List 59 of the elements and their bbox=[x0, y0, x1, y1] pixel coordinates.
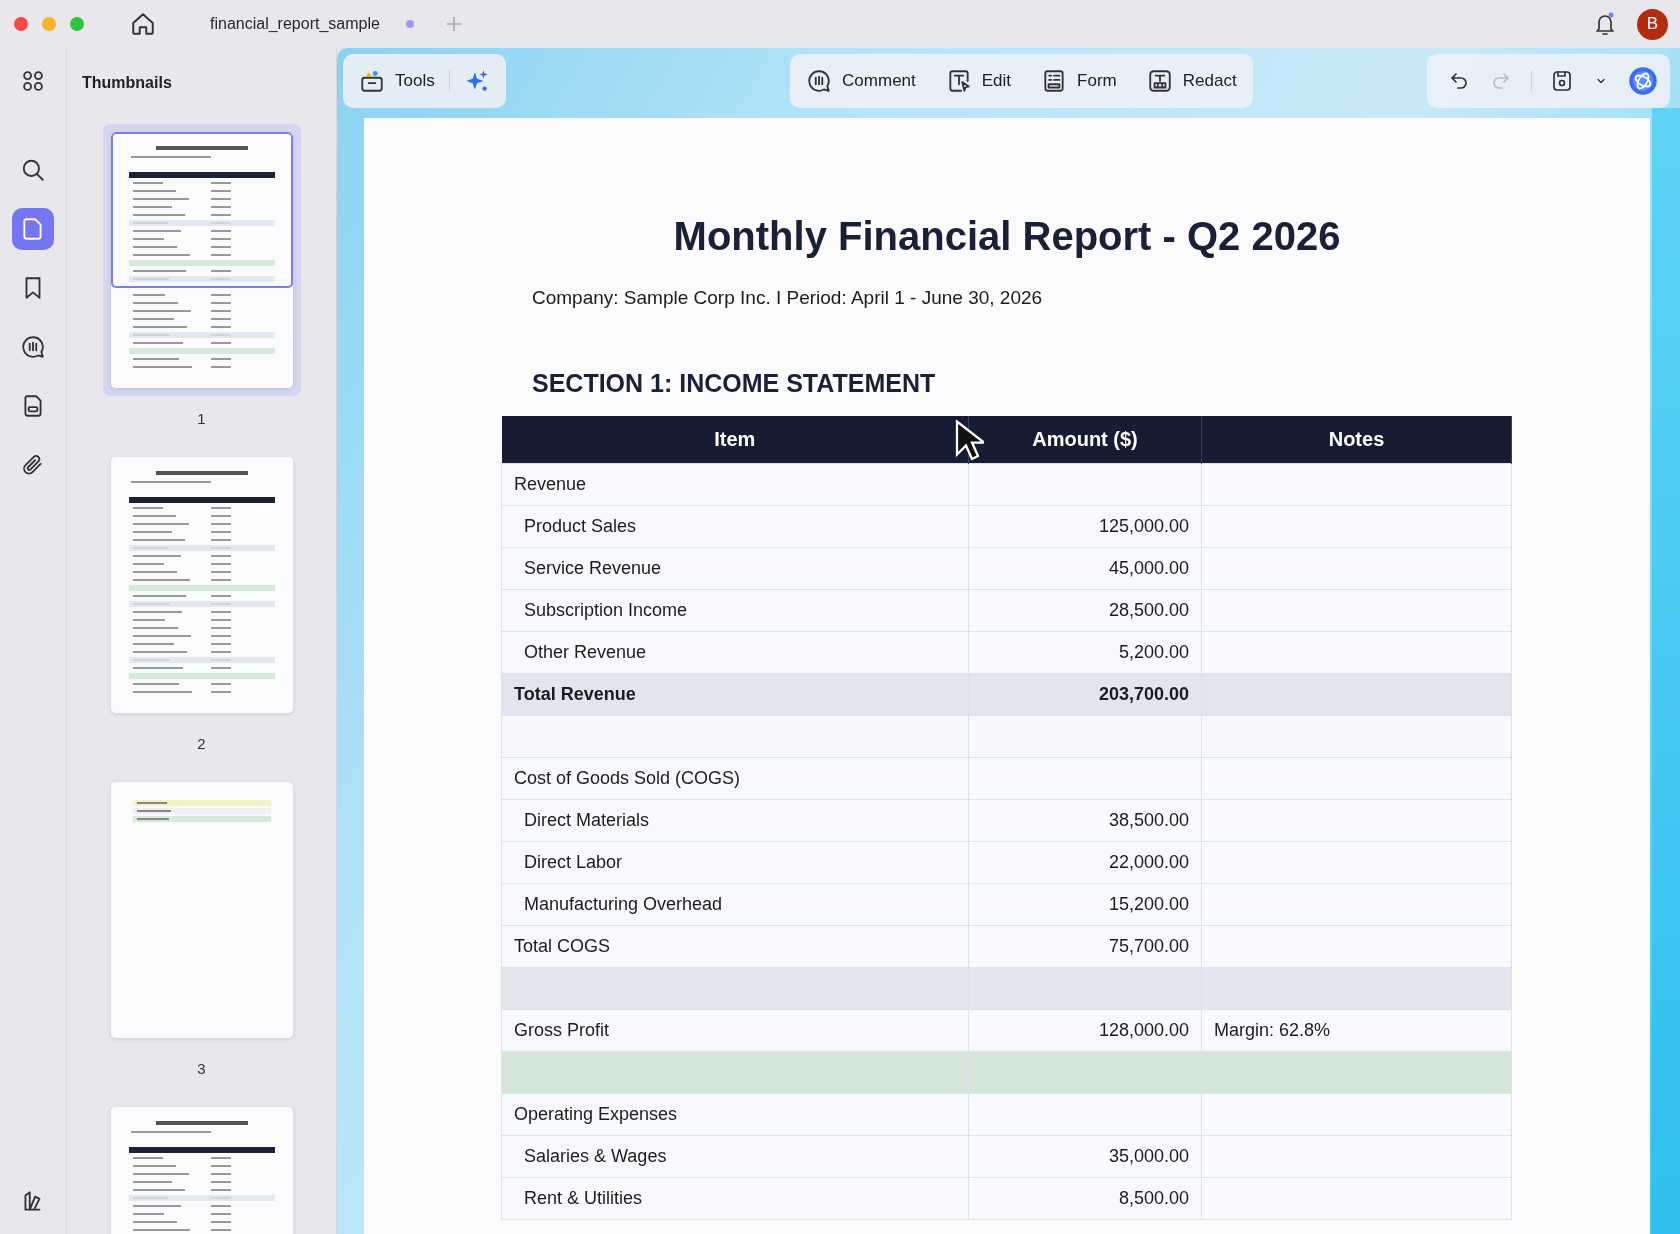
table-cell: 15,200.00 bbox=[968, 883, 1202, 925]
table-cell: 28,500.00 bbox=[968, 589, 1202, 631]
table-cell: Cost of Goods Sold (COGS) bbox=[501, 757, 969, 799]
page-number: 3 bbox=[197, 1060, 206, 1077]
table-cell: Margin: 62.8% bbox=[1201, 1009, 1512, 1051]
column-header: Amount ($) bbox=[968, 416, 1202, 463]
home-icon[interactable] bbox=[130, 11, 156, 37]
form-button[interactable]: Form bbox=[1041, 68, 1117, 94]
table-cell: 125,000.00 bbox=[968, 505, 1202, 547]
table-cell: Service Revenue bbox=[501, 547, 969, 589]
table-cell: 75,700.00 bbox=[968, 925, 1202, 967]
document-subtitle: Company: Sample Corp Inc. I Period: April 1 - June 30, 2026 bbox=[532, 287, 1044, 309]
table-cell: Manufacturing Overhead bbox=[501, 883, 969, 925]
comment-button[interactable]: Comment bbox=[806, 68, 916, 94]
avatar[interactable]: B bbox=[1637, 8, 1668, 40]
table-cell: Direct Labor bbox=[501, 841, 969, 883]
comment-icon[interactable] bbox=[20, 334, 46, 360]
tab-title[interactable]: financial_report_sample bbox=[210, 15, 380, 33]
page-number: 1 bbox=[197, 410, 206, 427]
page-number: 2 bbox=[197, 735, 206, 752]
table-cell: 5,200.00 bbox=[968, 631, 1202, 673]
table-cell: Direct Materials bbox=[501, 799, 969, 841]
table-cell: 8,500.00 bbox=[968, 1177, 1202, 1219]
table-cell: Gross Profit bbox=[501, 1009, 969, 1051]
scrollbar[interactable] bbox=[1652, 108, 1680, 1234]
table-cell: Total Revenue bbox=[501, 673, 969, 715]
close-button[interactable] bbox=[14, 17, 28, 31]
table-cell: 22,000.00 bbox=[968, 841, 1202, 883]
table-cell: 45,000.00 bbox=[968, 547, 1202, 589]
table-cell: 35,000.00 bbox=[968, 1135, 1202, 1177]
table-cell: Subscription Income bbox=[501, 589, 969, 631]
column-header: Item bbox=[501, 416, 969, 463]
table-cell: Revenue bbox=[501, 463, 969, 505]
page-thumbnail[interactable] bbox=[110, 782, 293, 1038]
table-cell: 203,700.00 bbox=[968, 673, 1202, 715]
table-cell: Operating Expenses bbox=[501, 1093, 969, 1135]
table-cell: Rent & Utilities bbox=[501, 1177, 969, 1219]
redact-icon bbox=[1146, 68, 1173, 94]
toolbox-icon bbox=[359, 68, 385, 94]
table-cell: Product Sales bbox=[501, 505, 969, 547]
column-header: Notes bbox=[1201, 416, 1512, 463]
page-thumbnail[interactable] bbox=[110, 132, 293, 388]
page-thumbnail[interactable] bbox=[110, 457, 293, 713]
section-heading: SECTION 1: INCOME STATEMENT bbox=[532, 369, 937, 398]
apps-icon[interactable] bbox=[20, 68, 46, 94]
table-cell: Other Revenue bbox=[501, 631, 969, 673]
table-cell: Total COGS bbox=[501, 925, 969, 967]
redact-button[interactable]: Redact bbox=[1146, 68, 1237, 94]
save-icon[interactable] bbox=[1550, 69, 1574, 93]
edit-button[interactable]: Edit bbox=[945, 68, 1012, 94]
table-cell: Salaries & Wages bbox=[501, 1135, 969, 1177]
table-cell: 38,500.00 bbox=[968, 799, 1202, 841]
search-icon[interactable] bbox=[20, 157, 46, 183]
assistant-orb-icon[interactable] bbox=[1628, 66, 1658, 96]
document-title: Monthly Financial Report - Q2 2026 bbox=[672, 214, 1342, 259]
panel-title: Thumbnails bbox=[81, 73, 173, 92]
comment-icon bbox=[806, 68, 833, 94]
notification-bell-icon[interactable] bbox=[1593, 11, 1617, 37]
table-cell: 128,000.00 bbox=[968, 1009, 1202, 1051]
